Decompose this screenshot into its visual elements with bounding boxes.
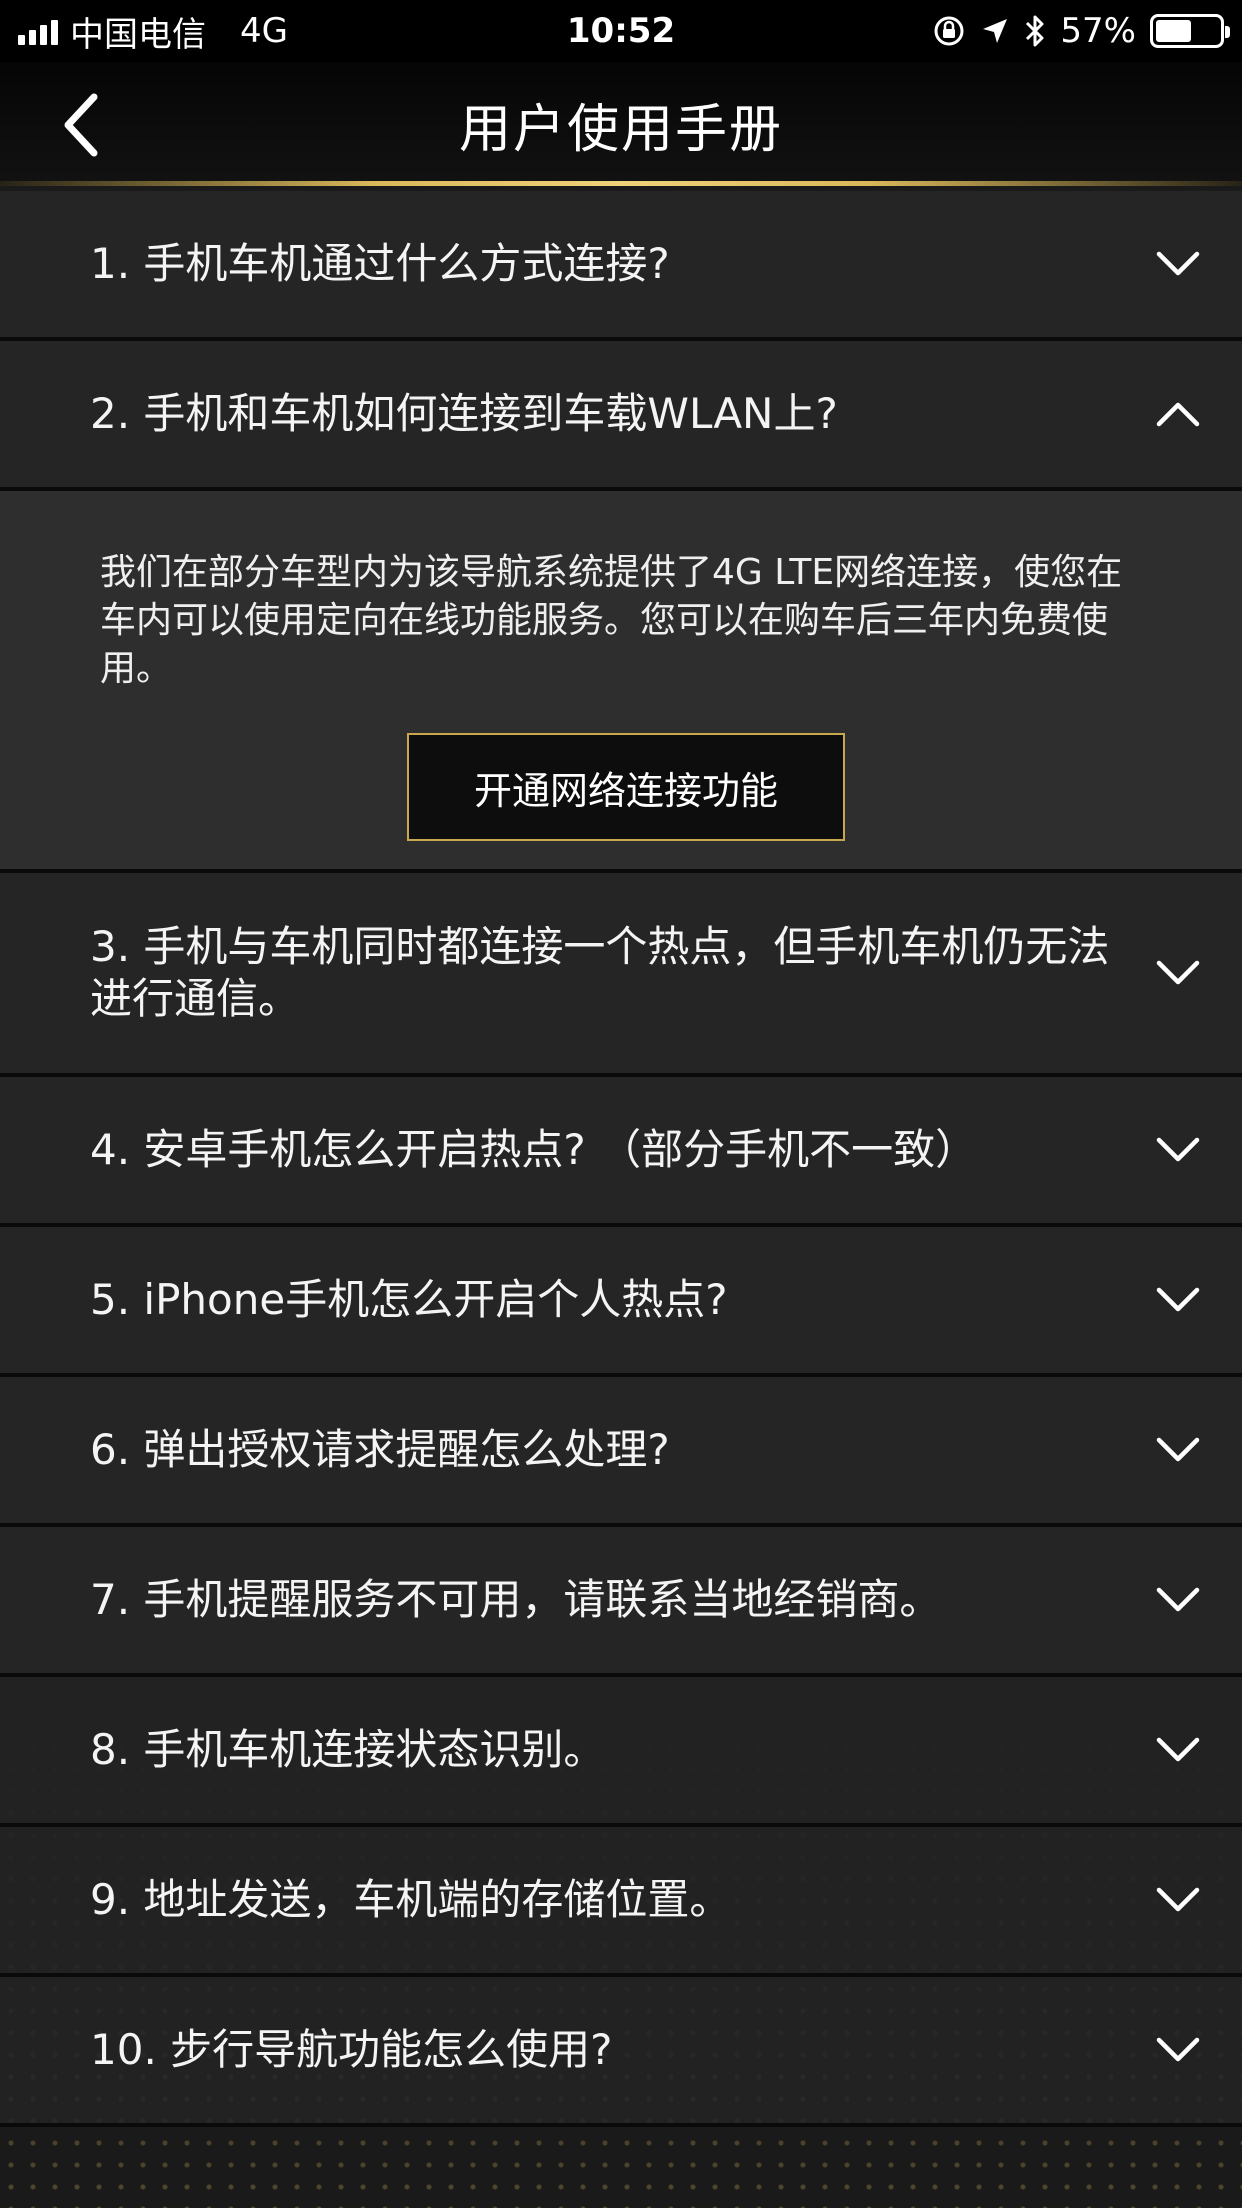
- orientation-lock-icon: [934, 16, 964, 46]
- faq-item-3[interactable]: 3. 手机与车机同时都连接一个热点，但手机车机仍无法进行通信。: [0, 873, 1242, 1077]
- network-type: 4G: [240, 11, 288, 51]
- chevron-left-icon: [64, 93, 98, 157]
- chevron-down-icon: [1156, 251, 1200, 276]
- faq-question: 4. 安卓手机怎么开启热点? （部分手机不一致）: [90, 1125, 978, 1174]
- location-arrow-icon: [983, 19, 1008, 43]
- faq-question: 7. 手机提醒服务不可用，请联系当地经销商。: [90, 1575, 942, 1624]
- chevron-down-icon: [1156, 1137, 1200, 1162]
- enable-network-button[interactable]: 开通网络连接功能: [407, 733, 845, 841]
- faq-item-1[interactable]: 1. 手机车机通过什么方式连接?: [0, 191, 1242, 341]
- chevron-up-icon: [1156, 402, 1200, 427]
- faq-item-6[interactable]: 6. 弹出授权请求提醒怎么处理?: [0, 1377, 1242, 1527]
- faq-question: 6. 弹出授权请求提醒怎么处理?: [90, 1425, 670, 1474]
- faq-question: 1. 手机车机通过什么方式连接?: [90, 239, 670, 288]
- signal-strength-icon: [18, 17, 58, 45]
- screen: 中国电信 4G 10:52 57% 用户使用手册 1. 手机车机通过什么方式连接…: [0, 0, 1242, 2208]
- faq-item-5[interactable]: 5. iPhone手机怎么开启个人热点?: [0, 1227, 1242, 1377]
- navigation-bar: 用户使用手册: [0, 62, 1242, 186]
- faq-question: 9. 地址发送，车机端的存储位置。: [90, 1875, 732, 1924]
- faq-item-7[interactable]: 7. 手机提醒服务不可用，请联系当地经销商。: [0, 1527, 1242, 1677]
- chevron-down-icon: [1156, 1287, 1200, 1312]
- status-bar: 中国电信 4G 10:52 57%: [0, 0, 1242, 62]
- faq-item-10[interactable]: 10. 步行导航功能怎么使用?: [0, 1977, 1242, 2127]
- faq-answer-2: 我们在部分车型内为该导航系统提供了4G LTE网络连接，使您在车内可以使用定向在…: [0, 491, 1242, 873]
- carrier-name: 中国电信: [70, 14, 206, 55]
- battery-level: [1156, 20, 1192, 42]
- faq-question: 5. iPhone手机怎么开启个人热点?: [90, 1275, 728, 1324]
- faq-item-4[interactable]: 4. 安卓手机怎么开启热点? （部分手机不一致）: [0, 1077, 1242, 1227]
- faq-item-2[interactable]: 2. 手机和车机如何连接到车载WLAN上?: [0, 341, 1242, 491]
- faq-question: 3. 手机与车机同时都连接一个热点，但手机车机仍无法进行通信。: [90, 922, 1110, 1023]
- chevron-down-icon: [1156, 1587, 1200, 1612]
- faq-question: 10. 步行导航功能怎么使用?: [90, 2025, 613, 2074]
- faq-item-9[interactable]: 9. 地址发送，车机端的存储位置。: [0, 1827, 1242, 1977]
- chevron-down-icon: [1156, 1887, 1200, 1912]
- faq-item-8[interactable]: 8. 手机车机连接状态识别。: [0, 1677, 1242, 1827]
- chevron-down-icon: [1156, 960, 1200, 985]
- chevron-down-icon: [1156, 2037, 1200, 2062]
- chevron-down-icon: [1156, 1437, 1200, 1462]
- chevron-down-icon: [1156, 1737, 1200, 1762]
- bluetooth-icon: [1026, 15, 1044, 47]
- battery-icon: [1150, 14, 1230, 48]
- faq-question: 8. 手机车机连接状态识别。: [90, 1725, 606, 1774]
- faq-list: 1. 手机车机通过什么方式连接? 2. 手机和车机如何连接到车载WLAN上? 我…: [0, 191, 1242, 2127]
- answer-text: 我们在部分车型内为该导航系统提供了4G LTE网络连接，使您在车内可以使用定向在…: [100, 552, 1123, 689]
- battery-percent: 57%: [1060, 11, 1136, 51]
- status-icons: 57%: [932, 11, 1230, 51]
- page-title: 用户使用手册: [458, 99, 783, 160]
- faq-question: 2. 手机和车机如何连接到车载WLAN上?: [90, 389, 838, 438]
- back-button[interactable]: [60, 90, 120, 160]
